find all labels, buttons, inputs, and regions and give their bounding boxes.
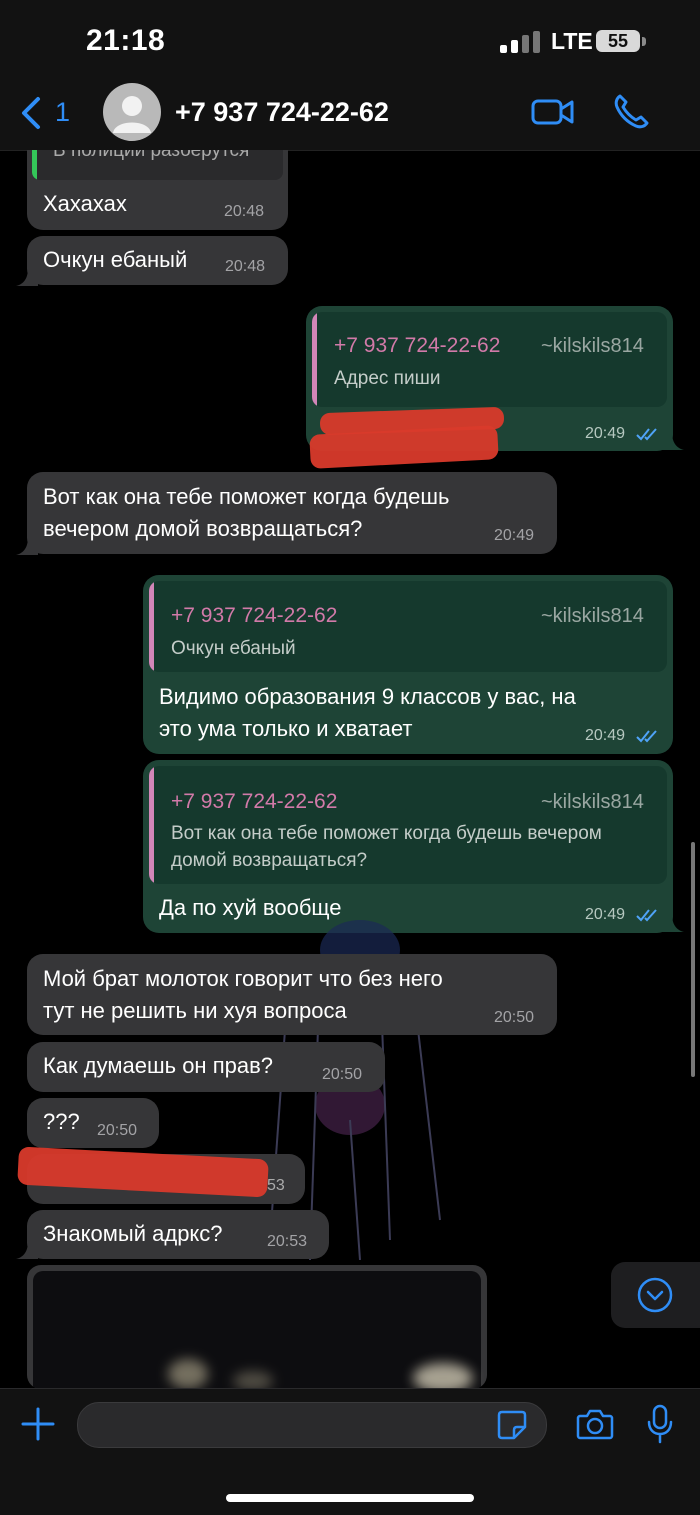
quote-author: +7 937 724-22-62	[171, 604, 338, 627]
read-receipt-icon	[636, 909, 657, 922]
message-time: 20:49	[585, 727, 626, 744]
quote-username: ~kilskils814	[541, 335, 644, 357]
quote-username: ~kilskils814	[541, 791, 644, 813]
read-receipt-icon	[636, 428, 657, 441]
quote-text: Адрес пиши	[334, 368, 441, 389]
battery-tip	[642, 37, 646, 46]
message-text-line: тут не решить ни хуя вопроса	[43, 998, 347, 1023]
contact-name[interactable]: +7 937 724-22-62	[175, 97, 389, 128]
bubble-tail	[662, 432, 684, 450]
message-input[interactable]	[77, 1402, 547, 1448]
message-text: Как думаешь он прав?	[43, 1053, 274, 1078]
contact-avatar[interactable]	[103, 83, 161, 141]
battery-icon: 55	[596, 30, 640, 52]
message-time: 20:49	[585, 425, 626, 442]
quote-username: ~kilskils814	[541, 605, 644, 627]
message-time: 20:48	[224, 203, 265, 220]
message-text: Очкун ебаный	[43, 247, 188, 272]
message-incoming[interactable]: Очкун ебаный 20:48	[27, 236, 288, 285]
quoted-message: +7 937 724-22-62 ~kilskils814 Адрес пиши	[312, 312, 667, 407]
message-time: 20:49	[494, 527, 535, 544]
message-incoming[interactable]: В полиции разберутся Хахахах 20:48	[27, 150, 288, 230]
person-icon	[113, 96, 151, 133]
chevron-down-circle-icon	[637, 1277, 673, 1313]
network-label: LTE	[551, 28, 593, 54]
status-time: 21:18	[86, 24, 166, 57]
quote-bar	[32, 150, 37, 180]
message-time: 20:49	[585, 906, 626, 923]
quote-author: +7 937 724-22-62	[334, 334, 501, 357]
photo-image	[33, 1271, 481, 1389]
read-receipt-icon	[636, 730, 657, 743]
plus-icon[interactable]	[21, 1407, 55, 1441]
quoted-message: В полиции разберутся	[32, 150, 283, 180]
message-time: 53	[267, 1177, 285, 1194]
message-incoming[interactable]: Вот как она тебе поможет когда будешь ве…	[27, 472, 557, 554]
quote-bar	[149, 581, 154, 672]
message-incoming[interactable]: Знакомый адркс? 20:53	[27, 1210, 329, 1259]
quote-text: В полиции разберутся	[53, 150, 250, 161]
message-text-line: Вот как она тебе поможет когда будешь	[43, 484, 450, 509]
message-text-line: вечером домой возвращаться?	[43, 516, 363, 541]
message-text-line: это ума только и хватает	[159, 716, 413, 741]
home-indicator[interactable]	[226, 1494, 474, 1502]
quote-text: Очкун ебаный	[171, 638, 296, 659]
bubble-tail	[16, 268, 38, 286]
microphone-icon[interactable]	[646, 1404, 674, 1444]
signal-icon	[500, 31, 544, 53]
scroll-to-bottom-button[interactable]	[611, 1262, 700, 1328]
message-incoming[interactable]: Мой брат молоток говорит что без него ту…	[27, 954, 557, 1035]
message-text-line: Видимо образования 9 классов у вас, на	[159, 684, 576, 709]
message-text-line: Мой брат молоток говорит что без него	[43, 966, 443, 991]
sticker-icon[interactable]	[496, 1409, 528, 1441]
bubble-tail	[662, 914, 684, 932]
bubble-tail	[16, 1241, 38, 1259]
message-time: 20:50	[494, 1009, 535, 1026]
message-incoming[interactable]: ??? 20:50	[27, 1098, 159, 1148]
back-chevron-icon[interactable]	[20, 96, 42, 130]
phone-call-icon[interactable]	[612, 93, 650, 131]
quoted-message: +7 937 724-22-62 ~kilskils814 Очкун ебан…	[149, 581, 667, 672]
scroll-indicator[interactable]	[691, 842, 695, 1077]
video-call-icon[interactable]	[531, 95, 575, 129]
message-time: 20:53	[267, 1233, 308, 1250]
message-outgoing[interactable]: +7 937 724-22-62 ~kilskils814 Очкун ебан…	[143, 575, 673, 754]
message-time: 20:50	[322, 1066, 363, 1083]
message-time: 20:50	[97, 1122, 138, 1139]
message-photo[interactable]	[27, 1265, 487, 1389]
bubble-tail	[16, 537, 38, 555]
camera-icon[interactable]	[576, 1407, 614, 1441]
message-incoming[interactable]: Как думаешь он прав? 20:50	[27, 1042, 385, 1092]
message-text: Знакомый адркс?	[43, 1221, 223, 1246]
quote-bar	[149, 766, 154, 884]
message-time: 20:48	[225, 258, 266, 275]
message-text: Хахахах	[43, 191, 127, 216]
quote-bar	[312, 312, 317, 407]
message-text: ???	[43, 1109, 80, 1134]
back-unread-count[interactable]: 1	[55, 97, 70, 128]
